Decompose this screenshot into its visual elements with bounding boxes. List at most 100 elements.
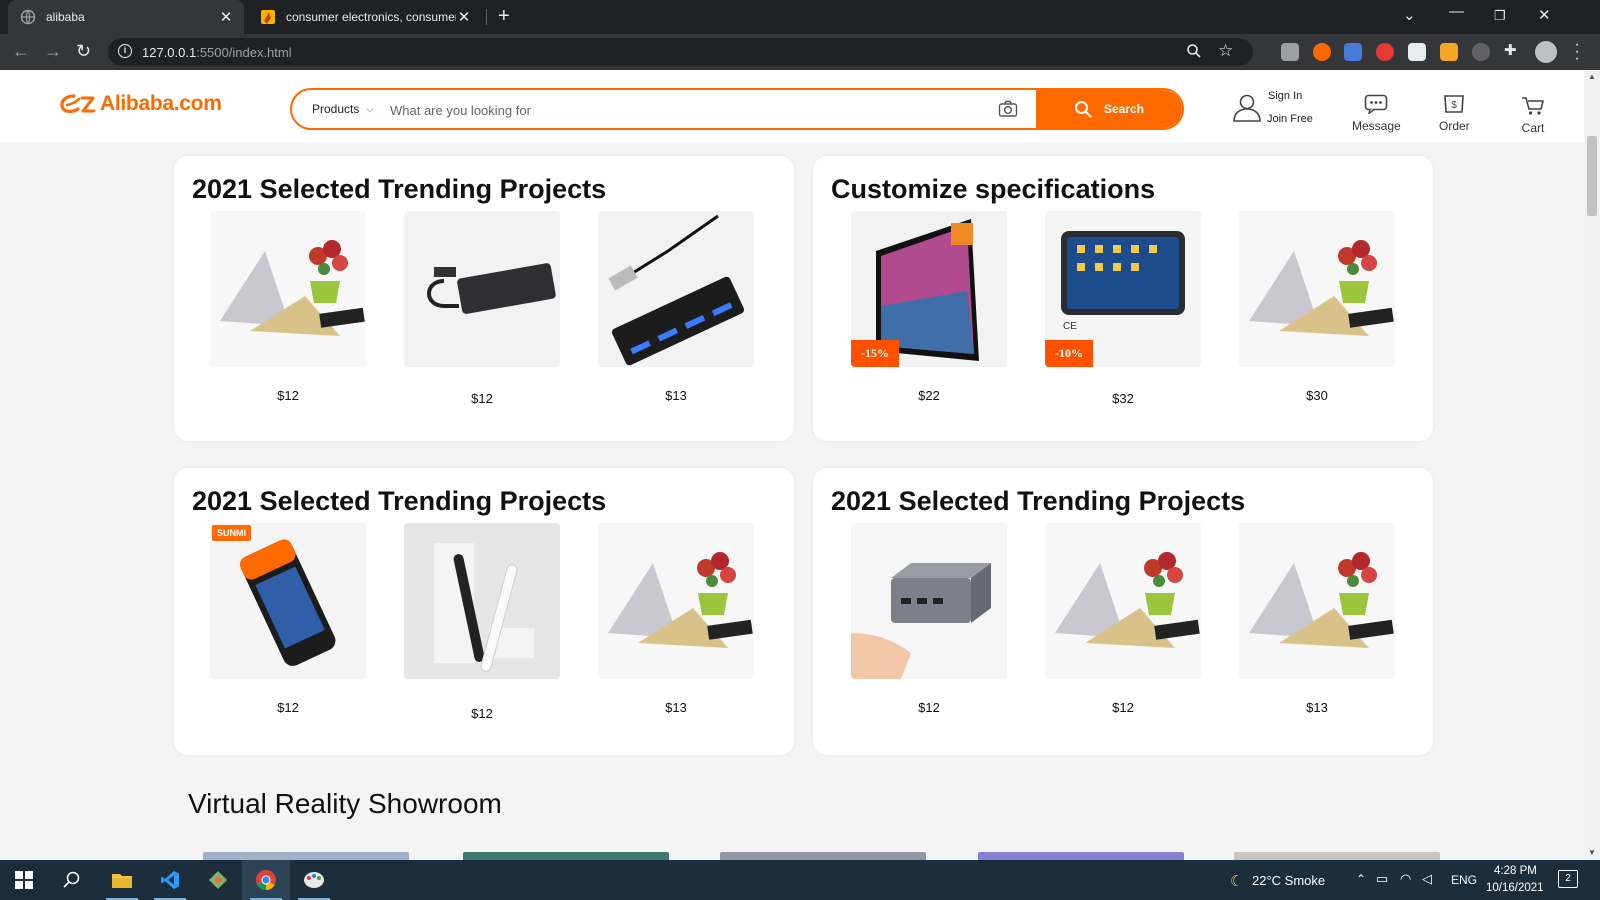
chevron-up-icon[interactable]: ⌃ bbox=[1356, 872, 1366, 886]
search-icon bbox=[1074, 101, 1092, 118]
product-card: 2021 Selected Trending Projects $12 $12 … bbox=[174, 156, 794, 441]
translate-extension-icon[interactable] bbox=[1344, 43, 1362, 61]
message-icon bbox=[1365, 94, 1388, 116]
file-explorer-icon[interactable] bbox=[98, 860, 146, 900]
product-item[interactable]: $30 bbox=[1239, 211, 1395, 403]
camera-icon[interactable] bbox=[998, 100, 1018, 118]
search-button[interactable]: Search bbox=[1036, 90, 1182, 128]
restore-icon[interactable]: ❐ bbox=[1494, 8, 1506, 24]
puzzle-extensions-icon[interactable]: ✚ bbox=[1504, 41, 1522, 59]
reload-icon[interactable]: ↻ bbox=[76, 41, 91, 61]
sync-extension-icon[interactable] bbox=[1472, 43, 1490, 61]
product-item[interactable]: $12 bbox=[404, 523, 560, 721]
address-bar[interactable]: i 127.0.0.1:5500/index.html ☆ bbox=[108, 38, 1253, 66]
url-text[interactable]: 127.0.0.1:5500/index.html bbox=[142, 45, 292, 60]
vscode-icon[interactable] bbox=[146, 860, 194, 900]
search-icon[interactable] bbox=[48, 860, 96, 900]
account-menu[interactable]: Sign In Join Free bbox=[1232, 86, 1322, 128]
scroll-down-icon[interactable]: ▼ bbox=[1588, 848, 1596, 857]
mini-pc-image bbox=[851, 523, 1007, 679]
product-item[interactable]: $13 bbox=[598, 523, 754, 715]
product-item[interactable]: SUNMI $12 bbox=[210, 523, 366, 715]
scroll-thumb[interactable] bbox=[1587, 136, 1597, 216]
gift-box-image bbox=[210, 211, 366, 367]
info-icon[interactable]: i bbox=[118, 44, 132, 58]
plus-extension-icon[interactable] bbox=[1313, 43, 1331, 61]
vr-showroom-thumbnail[interactable] bbox=[203, 852, 409, 860]
tab-alibaba[interactable]: alibaba ✕ bbox=[8, 0, 244, 34]
camera-extension-icon[interactable] bbox=[1281, 43, 1299, 61]
profile-avatar[interactable] bbox=[1535, 41, 1557, 63]
tab-title: consumer electronics, consumer bbox=[286, 10, 456, 24]
product-item[interactable]: $12 bbox=[404, 211, 560, 406]
forward-arrow-icon[interactable]: → bbox=[44, 41, 62, 61]
weather-icon[interactable]: ☾ bbox=[1230, 872, 1243, 890]
alibaba-logo[interactable]: Alibaba.com bbox=[60, 92, 222, 116]
chrome-icon[interactable] bbox=[242, 860, 290, 900]
windows-taskbar: ☾ 22°C Smoke ⌃ ▭ ◠ ◁ ENG 4:28 PM 10/16/2… bbox=[0, 860, 1600, 900]
brand-tag: SUNMI bbox=[212, 525, 251, 541]
browser-tab-bar: alibaba ✕ consumer electronics, consumer… bbox=[0, 0, 1600, 34]
product-item[interactable]: $12 bbox=[1045, 523, 1201, 715]
bookmark-star-icon[interactable]: ☆ bbox=[1218, 41, 1233, 61]
zoom-icon[interactable] bbox=[1186, 43, 1202, 63]
vr-showroom-thumbnail[interactable] bbox=[1234, 852, 1440, 860]
page-scrollbar[interactable]: ▲ ▼ bbox=[1584, 70, 1600, 860]
product-price: $12 bbox=[471, 391, 493, 406]
vr-showroom-thumbnail[interactable] bbox=[463, 852, 669, 860]
cart-label: Cart bbox=[1521, 121, 1545, 135]
search-category-dropdown[interactable]: Products ⌵ bbox=[312, 102, 373, 116]
discount-badge: -15% bbox=[851, 340, 899, 367]
gift-box-image bbox=[1239, 523, 1395, 679]
product-item[interactable]: $13 bbox=[598, 211, 754, 403]
clock-date[interactable]: 10/16/2021 bbox=[1486, 882, 1544, 894]
weather-text[interactable]: 22°C Smoke bbox=[1252, 873, 1325, 888]
product-item[interactable]: $12 bbox=[210, 211, 366, 403]
product-price: $13 bbox=[1306, 700, 1328, 715]
url-host: 127.0.0.1 bbox=[142, 45, 197, 60]
git-app-icon[interactable] bbox=[194, 860, 242, 900]
message-button[interactable]: Message bbox=[1352, 94, 1401, 133]
windows-start-icon[interactable] bbox=[0, 860, 48, 900]
product-price: $22 bbox=[918, 388, 940, 403]
join-free-link[interactable]: Join Free bbox=[1267, 113, 1313, 125]
qr-extension-icon[interactable] bbox=[1408, 43, 1426, 61]
card-title: 2021 Selected Trending Projects bbox=[192, 486, 607, 516]
close-icon[interactable]: ✕ bbox=[218, 8, 234, 26]
vr-showroom-thumbnail[interactable] bbox=[720, 852, 926, 860]
clock-time[interactable]: 4:28 PM bbox=[1494, 865, 1537, 877]
volume-icon[interactable]: ◁ bbox=[1422, 871, 1432, 887]
menu-dots-icon[interactable]: · · · bbox=[1574, 37, 1580, 67]
back-arrow-icon[interactable]: ← bbox=[12, 41, 30, 61]
product-item[interactable]: CE -10% $32 bbox=[1045, 211, 1201, 406]
paint-app-icon[interactable] bbox=[290, 860, 338, 900]
close-icon[interactable]: ✕ bbox=[456, 8, 472, 26]
search-bar: Products ⌵ Search bbox=[290, 88, 1184, 130]
vr-showroom-thumbnail[interactable] bbox=[978, 852, 1184, 860]
new-tab-icon[interactable]: + bbox=[498, 6, 510, 26]
product-price: $12 bbox=[471, 706, 493, 721]
battery-icon[interactable]: ▭ bbox=[1376, 871, 1388, 887]
wifi-icon[interactable]: ◠ bbox=[1400, 871, 1411, 887]
browser-toolbar: ← → ↻ i 127.0.0.1:5500/index.html ☆ ✚ · ·… bbox=[0, 34, 1600, 70]
language-indicator[interactable]: ENG bbox=[1451, 873, 1477, 887]
discount-badge: -10% bbox=[1045, 340, 1093, 367]
pokeball-extension-icon[interactable] bbox=[1376, 43, 1394, 61]
electric-toothbrush-image bbox=[404, 523, 560, 679]
orange-extension-icon[interactable] bbox=[1440, 43, 1458, 61]
product-item[interactable]: $13 bbox=[1239, 523, 1395, 715]
window-close-icon[interactable]: ✕ bbox=[1538, 6, 1551, 24]
pos-terminal-image: SUNMI bbox=[210, 523, 366, 679]
tab-search-chevron-icon[interactable]: ⌄ bbox=[1403, 6, 1416, 24]
tab-consumer-electronics[interactable]: consumer electronics, consumer ✕ bbox=[250, 0, 482, 34]
notification-center-icon[interactable]: 2 bbox=[1558, 870, 1578, 888]
product-item[interactable]: -15% $22 bbox=[851, 211, 1007, 403]
product-item[interactable]: $12 bbox=[851, 523, 1007, 715]
minimize-icon[interactable]: — bbox=[1449, 3, 1464, 20]
order-button[interactable]: $ Order bbox=[1439, 94, 1470, 133]
cart-button[interactable]: Cart bbox=[1521, 96, 1545, 135]
search-input[interactable] bbox=[390, 98, 970, 122]
scroll-up-icon[interactable]: ▲ bbox=[1588, 72, 1596, 81]
site-header: Alibaba.com Products ⌵ Search Sign In Jo… bbox=[0, 70, 1584, 142]
sign-in-link[interactable]: Sign In bbox=[1268, 90, 1302, 102]
